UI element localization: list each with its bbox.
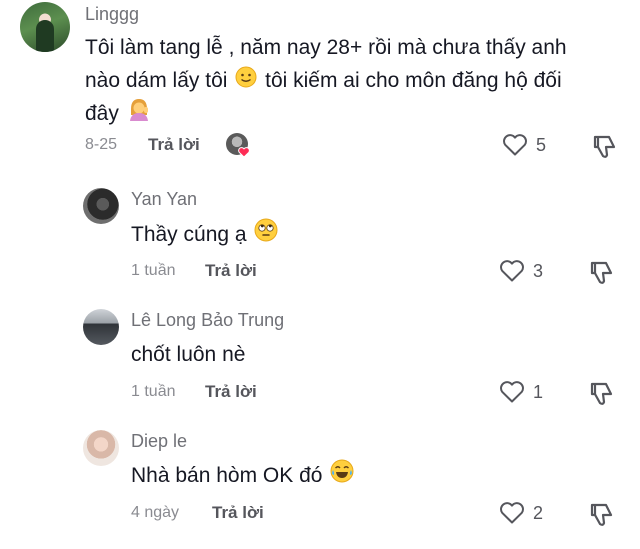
heart-outline-icon (499, 259, 525, 283)
creator-liked-heart-icon (238, 145, 250, 163)
username[interactable]: Lê Long Bảo Trung (131, 310, 284, 331)
comment-date: 8-25 (85, 136, 118, 153)
heart-outline-icon (499, 380, 525, 404)
comment-text-segment: đây (85, 102, 119, 125)
reply-button[interactable]: Trả lời (212, 503, 264, 523)
face-with-rolling-eyes-icon (254, 218, 278, 252)
comment-date: 1 tuần (131, 262, 176, 279)
thumbs-down-icon[interactable] (588, 259, 616, 285)
like-button[interactable]: 3 (499, 259, 543, 283)
avatar[interactable] (83, 430, 119, 466)
comment-text-line: chốt luôn nè (131, 343, 246, 366)
like-button[interactable]: 5 (502, 133, 546, 157)
username[interactable]: Linggg (85, 4, 139, 25)
avatar[interactable] (20, 2, 70, 52)
woman-tipping-hand-icon (127, 97, 151, 131)
like-count: 1 (533, 381, 544, 402)
comment-text-line: nào dám lấy tôi tôi kiếm ai cho môn đăng… (85, 64, 562, 98)
comment-text-line: Tôi làm tang lễ , năm nay 28+ rồi mà chư… (85, 36, 567, 59)
thumbs-down-icon[interactable] (591, 133, 619, 159)
comment-text-line: đây (85, 97, 153, 131)
reply-button[interactable]: Trả lời (205, 261, 257, 281)
avatar[interactable] (83, 188, 119, 224)
comment-text-line: Nhà bán hòm OK đó (131, 459, 356, 493)
thumbs-down-icon[interactable] (588, 380, 616, 406)
comment-text-line: Thầy cúng ạ (131, 218, 280, 252)
comment-text-segment: Nhà bán hòm OK đó (131, 464, 323, 487)
like-count: 3 (533, 260, 544, 281)
comment-text-segment: Thầy cúng ạ (131, 223, 247, 246)
reply-button[interactable]: Trả lời (205, 382, 257, 402)
heart-outline-icon (499, 501, 525, 525)
thumbs-down-icon[interactable] (588, 501, 616, 527)
like-count: 2 (533, 502, 544, 523)
username[interactable]: Diep le (131, 431, 187, 452)
username[interactable]: Yan Yan (131, 189, 197, 210)
like-button[interactable]: 2 (499, 501, 543, 525)
reply-button[interactable]: Trả lời (148, 135, 200, 155)
avatar[interactable] (83, 309, 119, 345)
like-count: 5 (536, 134, 547, 155)
like-button[interactable]: 1 (499, 380, 543, 404)
comment-text-segment: nào dám lấy tôi (85, 69, 228, 92)
face-with-tears-of-joy-icon (330, 459, 354, 493)
slightly-smiling-face-icon (235, 65, 257, 98)
comment-text-segment: tôi kiếm ai cho môn đăng hộ đối (265, 69, 562, 92)
heart-outline-icon (502, 133, 528, 157)
comment-date: 4 ngày (131, 504, 180, 521)
comment-date: 1 tuần (131, 383, 176, 400)
